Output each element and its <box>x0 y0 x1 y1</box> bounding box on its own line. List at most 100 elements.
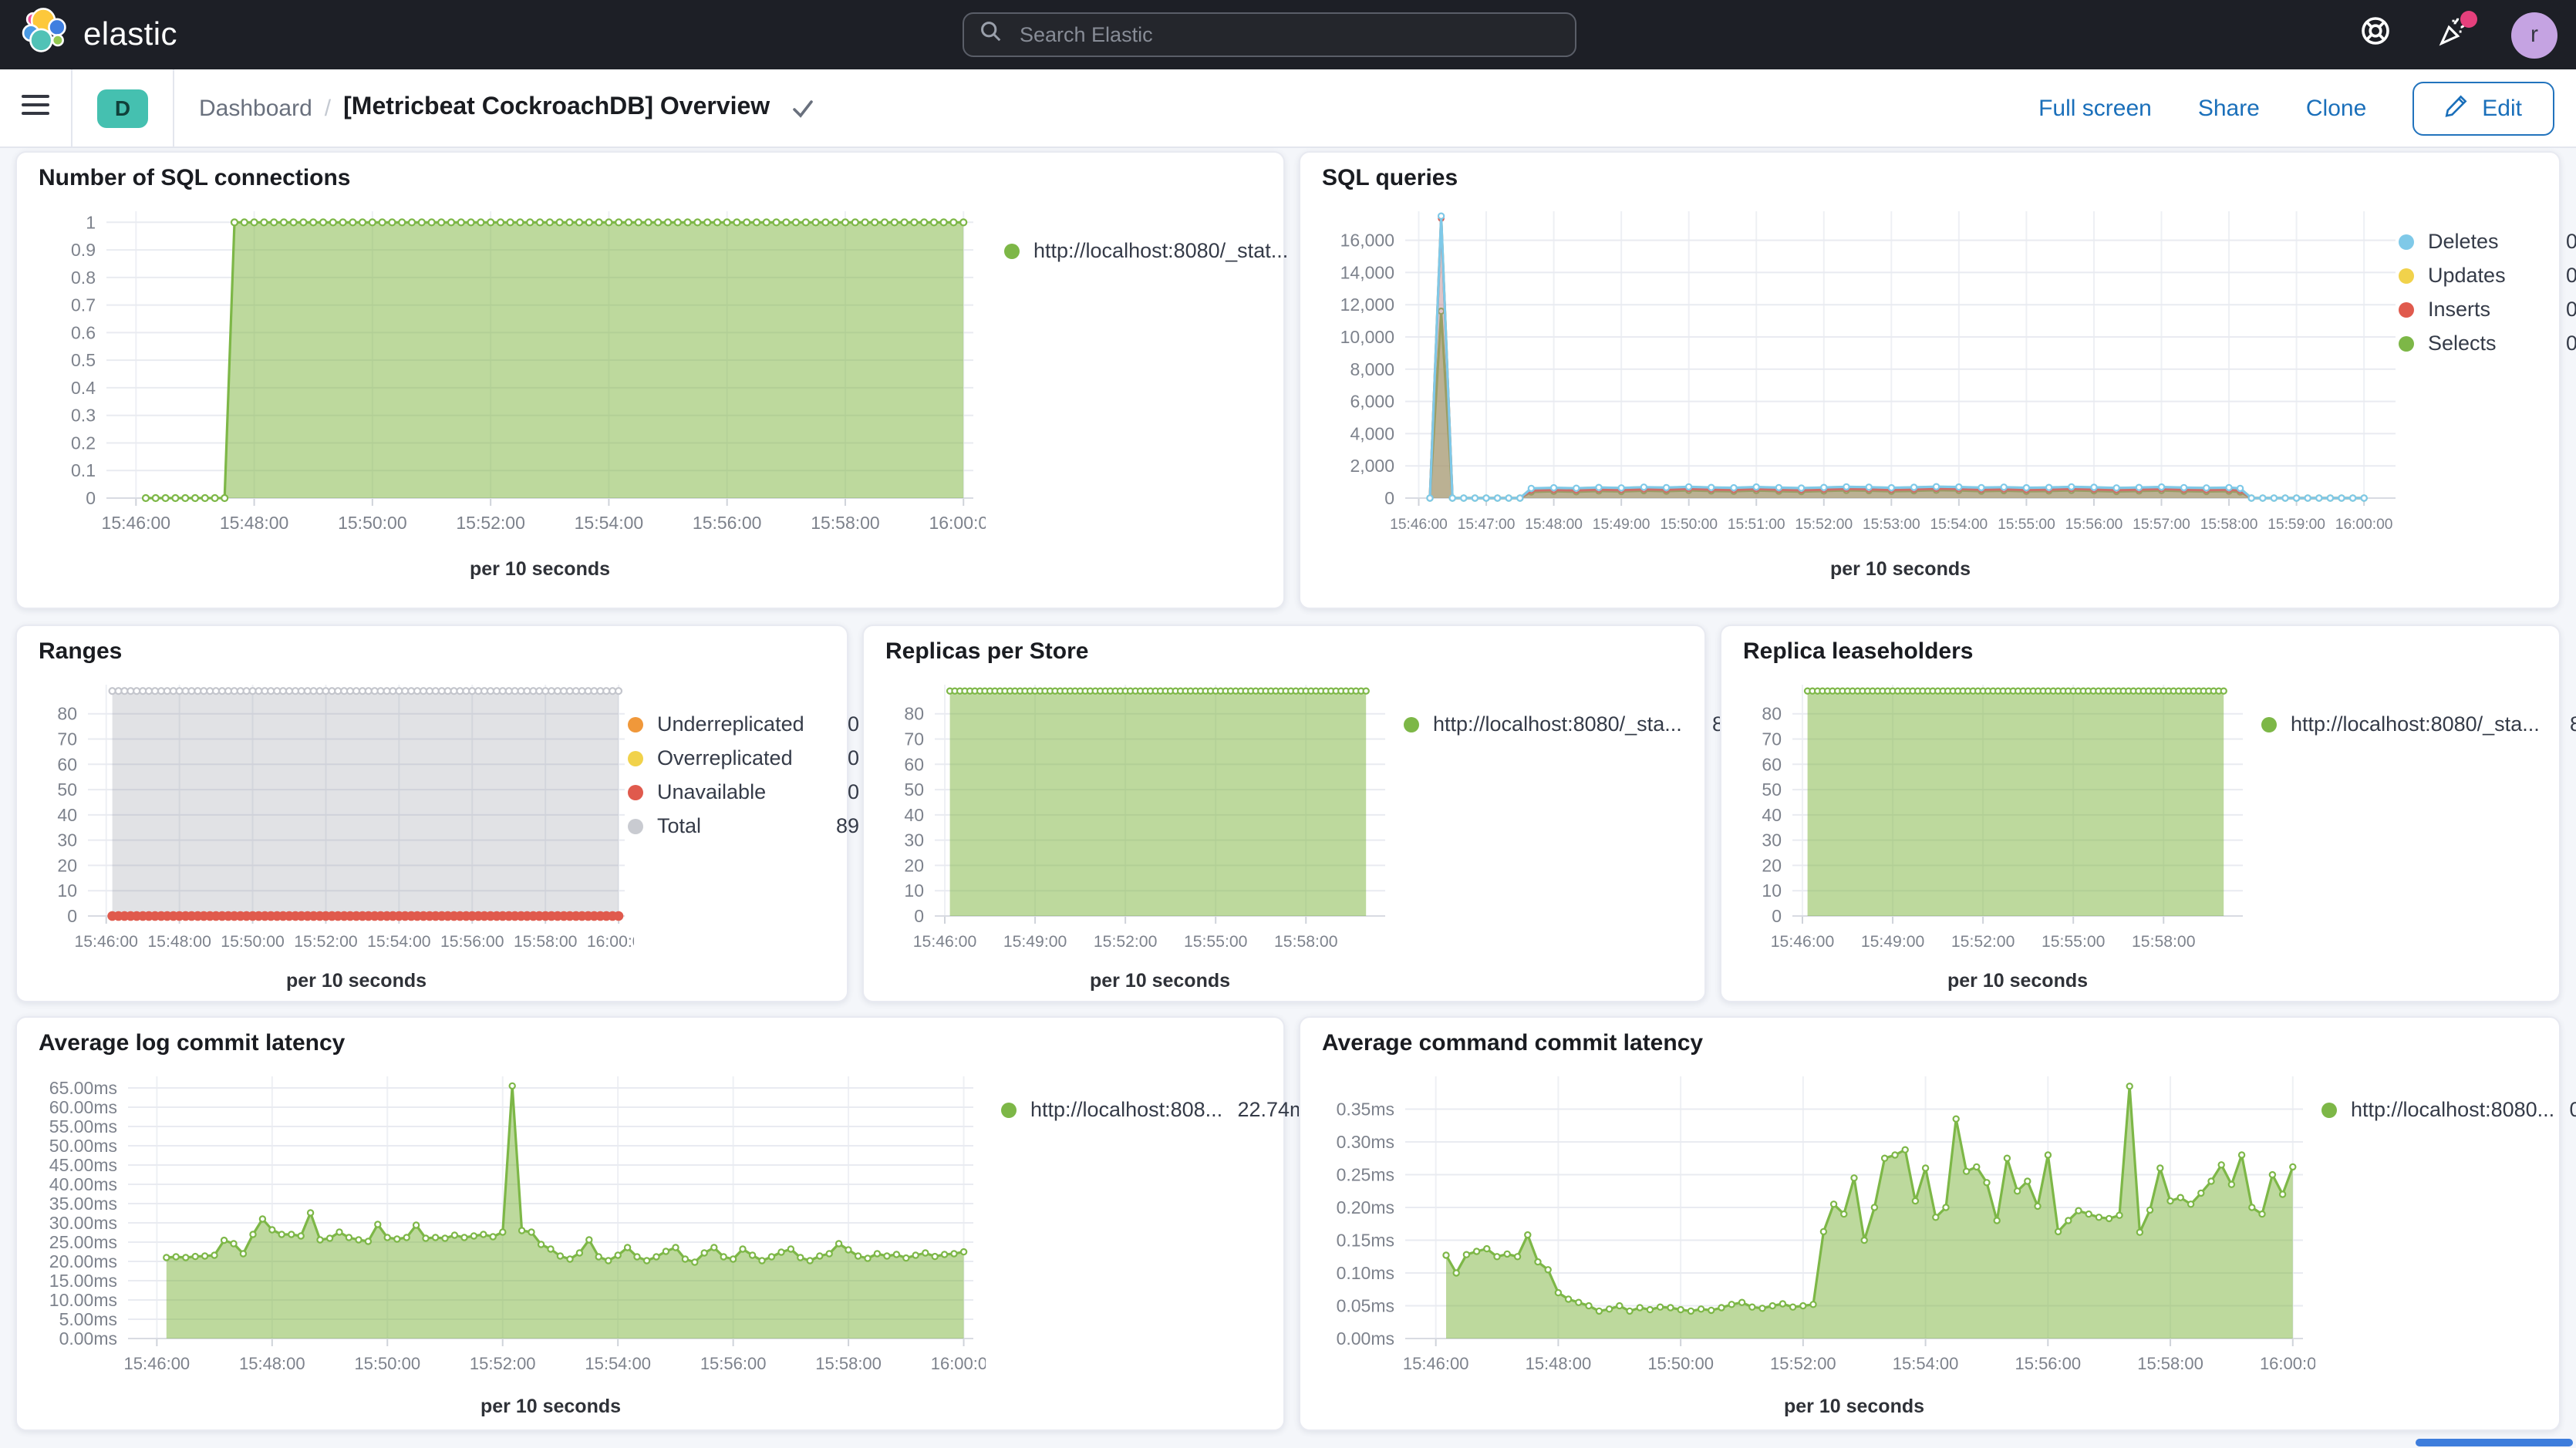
svg-text:15:49:00: 15:49:00 <box>1593 517 1650 533</box>
svg-text:15:58:00: 15:58:00 <box>514 933 577 951</box>
chart-legend: http://localhost:808...22.74ms <box>1001 1098 1317 1121</box>
title-checkmark-icon[interactable] <box>791 98 814 118</box>
user-avatar[interactable]: r <box>2511 12 2557 58</box>
legend-value: 0 <box>848 746 859 769</box>
legend-item[interactable]: http://localhost:8080/_stat...1 <box>1004 239 1325 262</box>
svg-text:15:58:00: 15:58:00 <box>1274 933 1337 951</box>
sql-connections-chart[interactable]: 15:46:0015:48:0015:50:0015:52:0015:54:00… <box>29 199 986 595</box>
svg-text:0: 0 <box>1772 906 1782 926</box>
clone-button[interactable]: Clone <box>2306 95 2366 121</box>
panel-title: Number of SQL connections <box>39 165 351 191</box>
svg-text:0.30ms: 0.30ms <box>1337 1132 1394 1152</box>
legend-swatch-icon <box>628 818 643 833</box>
svg-text:per 10 seconds: per 10 seconds <box>286 970 427 992</box>
legend-item[interactable]: Underreplicated0 <box>628 712 859 736</box>
svg-text:0.2: 0.2 <box>71 433 96 453</box>
svg-text:16:00:00: 16:00:00 <box>931 1354 986 1373</box>
panel-average-command-commit-latency: Average command commit latency 15:46:001… <box>1299 1016 2561 1431</box>
panel-ranges: Ranges 15:46:0015:48:0015:50:0015:52:001… <box>15 625 848 1002</box>
horizontal-scrollbar-thumb[interactable] <box>2416 1439 2573 1446</box>
svg-text:15:56:00: 15:56:00 <box>693 513 762 533</box>
svg-text:15:52:00: 15:52:00 <box>1951 933 2015 951</box>
chart-legend: Underreplicated0 Overreplicated0 Unavailab… <box>628 712 859 837</box>
svg-text:15:56:00: 15:56:00 <box>700 1354 767 1373</box>
svg-text:50.00ms: 50.00ms <box>49 1136 117 1156</box>
search-input[interactable] <box>1017 22 1559 48</box>
breadcrumb-dashboard-link[interactable]: Dashboard <box>199 95 312 121</box>
svg-text:0.15ms: 0.15ms <box>1337 1231 1394 1251</box>
edit-button[interactable]: Edit <box>2412 81 2554 135</box>
legend-swatch-icon <box>628 716 643 732</box>
svg-text:15:52:00: 15:52:00 <box>456 513 525 533</box>
svg-text:20: 20 <box>1762 855 1782 875</box>
panel-title: Replica leaseholders <box>1743 638 1974 665</box>
full-screen-button[interactable]: Full screen <box>2038 95 2152 121</box>
legend-item[interactable]: Overreplicated0 <box>628 746 859 769</box>
svg-text:10,000: 10,000 <box>1340 327 1394 347</box>
svg-text:15:47:00: 15:47:00 <box>1458 517 1516 533</box>
legend-item[interactable]: Inserts0 <box>2399 298 2576 321</box>
svg-text:10: 10 <box>57 881 77 901</box>
legend-label: Total <box>657 814 701 837</box>
svg-text:0.10ms: 0.10ms <box>1337 1263 1394 1283</box>
legend-item[interactable]: Deletes0 <box>2399 230 2576 253</box>
svg-text:0.3: 0.3 <box>71 406 96 426</box>
space-badge[interactable]: D <box>97 89 148 127</box>
legend-item[interactable]: http://localhost:8080...0.26ms <box>2321 1098 2576 1121</box>
svg-text:15:52:00: 15:52:00 <box>1094 933 1157 951</box>
svg-text:60.00ms: 60.00ms <box>49 1097 117 1117</box>
ranges-chart[interactable]: 15:46:0015:48:0015:50:0015:52:0015:54:00… <box>29 672 634 1007</box>
svg-text:15:52:00: 15:52:00 <box>294 933 357 951</box>
svg-text:15:54:00: 15:54:00 <box>1930 517 1988 533</box>
legend-label: Updates <box>2428 264 2506 287</box>
svg-text:15:46:00: 15:46:00 <box>102 513 171 533</box>
page-title: [Metricbeat CockroachDB] Overview <box>343 94 770 122</box>
panel-title: Average log commit latency <box>39 1030 345 1056</box>
svg-text:per 10 seconds: per 10 seconds <box>1830 558 1971 580</box>
legend-value: 0.26ms <box>2569 1098 2576 1121</box>
panel-replica-leaseholders: Replica leaseholders 15:46:0015:49:0015:… <box>1720 625 2561 1002</box>
svg-text:15:51:00: 15:51:00 <box>1728 517 1785 533</box>
menu-button[interactable] <box>0 69 71 146</box>
svg-text:40: 40 <box>904 805 924 825</box>
replica-leaseholders-chart[interactable]: 15:46:0015:49:0015:52:0015:55:0015:58:00… <box>1734 672 2252 1007</box>
svg-text:30.00ms: 30.00ms <box>49 1213 117 1233</box>
legend-value: 0 <box>2566 264 2576 287</box>
svg-text:15:52:00: 15:52:00 <box>470 1354 536 1373</box>
svg-text:15:46:00: 15:46:00 <box>124 1354 191 1373</box>
replicas-per-store-chart[interactable]: 15:46:0015:49:0015:52:0015:55:0015:58:00… <box>876 672 1394 1007</box>
command-commit-latency-chart[interactable]: 15:46:0015:48:0015:50:0015:52:0015:54:00… <box>1313 1064 2315 1433</box>
legend-swatch-icon <box>2399 268 2414 283</box>
svg-text:15:46:00: 15:46:00 <box>74 933 137 951</box>
svg-text:0.00ms: 0.00ms <box>59 1328 117 1349</box>
chart-legend: http://localhost:8080/_stat...1 <box>1004 239 1325 262</box>
svg-text:0: 0 <box>86 488 96 508</box>
svg-text:50: 50 <box>904 780 924 800</box>
elastic-home-link[interactable]: elastic <box>0 8 177 62</box>
legend-item[interactable]: http://localhost:8080/_sta...89 <box>2261 712 2576 736</box>
svg-text:50: 50 <box>1762 780 1782 800</box>
sql-queries-chart[interactable]: 15:46:0015:47:0015:48:0015:49:0015:50:00… <box>1313 199 2408 595</box>
legend-item[interactable]: Total89 <box>628 814 859 837</box>
svg-text:0: 0 <box>1384 488 1394 508</box>
svg-text:15:58:00: 15:58:00 <box>2132 933 2195 951</box>
help-button[interactable] <box>2357 16 2394 53</box>
svg-text:15:50:00: 15:50:00 <box>338 513 407 533</box>
svg-text:70: 70 <box>1762 729 1782 749</box>
legend-swatch-icon <box>1001 1102 1017 1117</box>
log-commit-latency-chart[interactable]: 15:46:0015:48:0015:50:0015:52:0015:54:00… <box>29 1064 986 1433</box>
newsfeed-button[interactable] <box>2434 16 2471 53</box>
legend-item[interactable]: Unavailable0 <box>628 780 859 803</box>
svg-text:15:50:00: 15:50:00 <box>221 933 284 951</box>
global-search[interactable] <box>963 12 1576 57</box>
legend-item[interactable]: Updates 0 <box>2399 264 2576 287</box>
legend-item[interactable]: Selects0 <box>2399 332 2576 355</box>
svg-text:1: 1 <box>86 212 96 232</box>
share-button[interactable]: Share <box>2198 95 2260 121</box>
svg-text:55.00ms: 55.00ms <box>49 1116 117 1137</box>
svg-text:15:46:00: 15:46:00 <box>1771 933 1834 951</box>
svg-text:14,000: 14,000 <box>1340 262 1394 282</box>
legend-item[interactable]: http://localhost:808...22.74ms <box>1001 1098 1317 1121</box>
svg-text:0.4: 0.4 <box>71 378 96 398</box>
legend-item[interactable]: http://localhost:8080/_sta...89 <box>1404 712 1735 736</box>
